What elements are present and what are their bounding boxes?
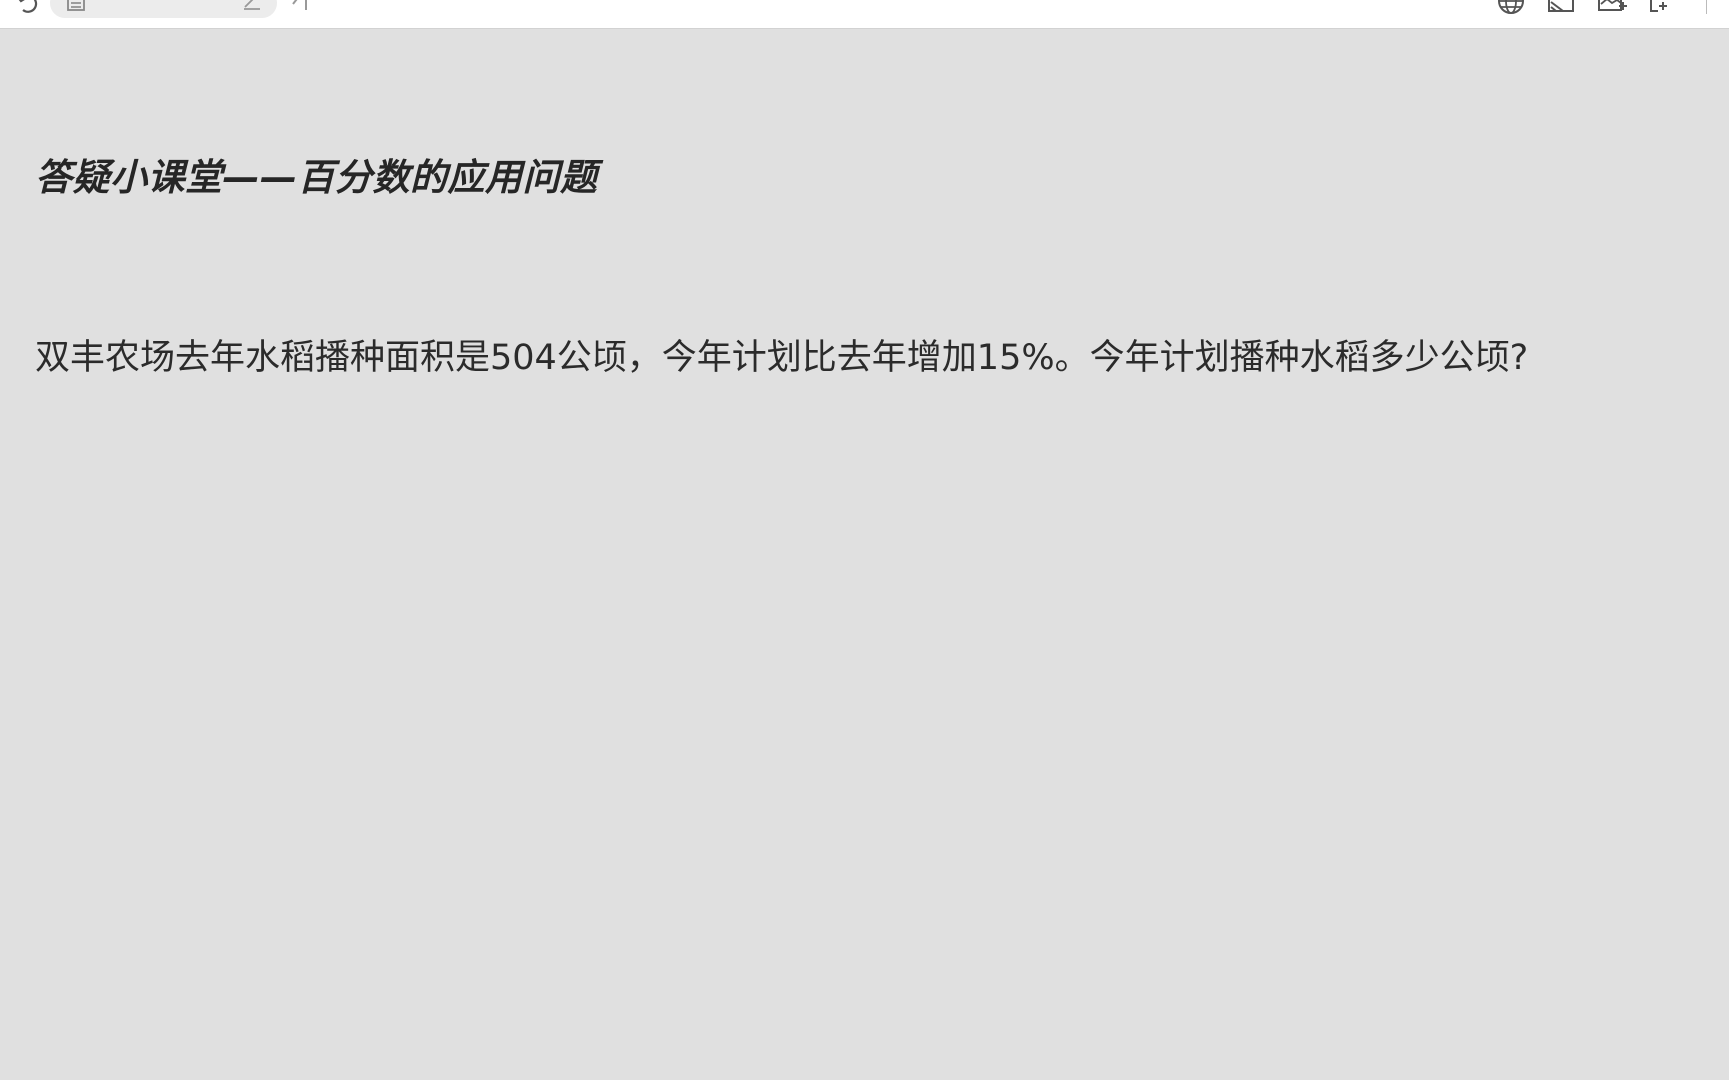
document-title: 答疑小课堂——百分数的应用问题 <box>35 156 598 199</box>
undo-icon[interactable] <box>14 0 40 16</box>
toolbar-divider <box>1706 0 1707 14</box>
back-icon[interactable] <box>290 0 312 12</box>
add-image-icon[interactable] <box>1597 0 1627 14</box>
document-icon <box>67 0 85 11</box>
cast-icon[interactable] <box>1547 0 1575 14</box>
fullscreen-icon[interactable] <box>1648 0 1678 14</box>
top-toolbar <box>0 0 1729 29</box>
edit-icon[interactable] <box>242 0 262 10</box>
problem-text: 双丰农场去年水稻播种面积是504公顷，今年计划比去年增加15%。今年计划播种水稻… <box>35 338 1529 378</box>
globe-icon[interactable] <box>1496 0 1526 16</box>
document-canvas: 答疑小课堂——百分数的应用问题 双丰农场去年水稻播种面积是504公顷，今年计划比… <box>0 29 1729 1080</box>
